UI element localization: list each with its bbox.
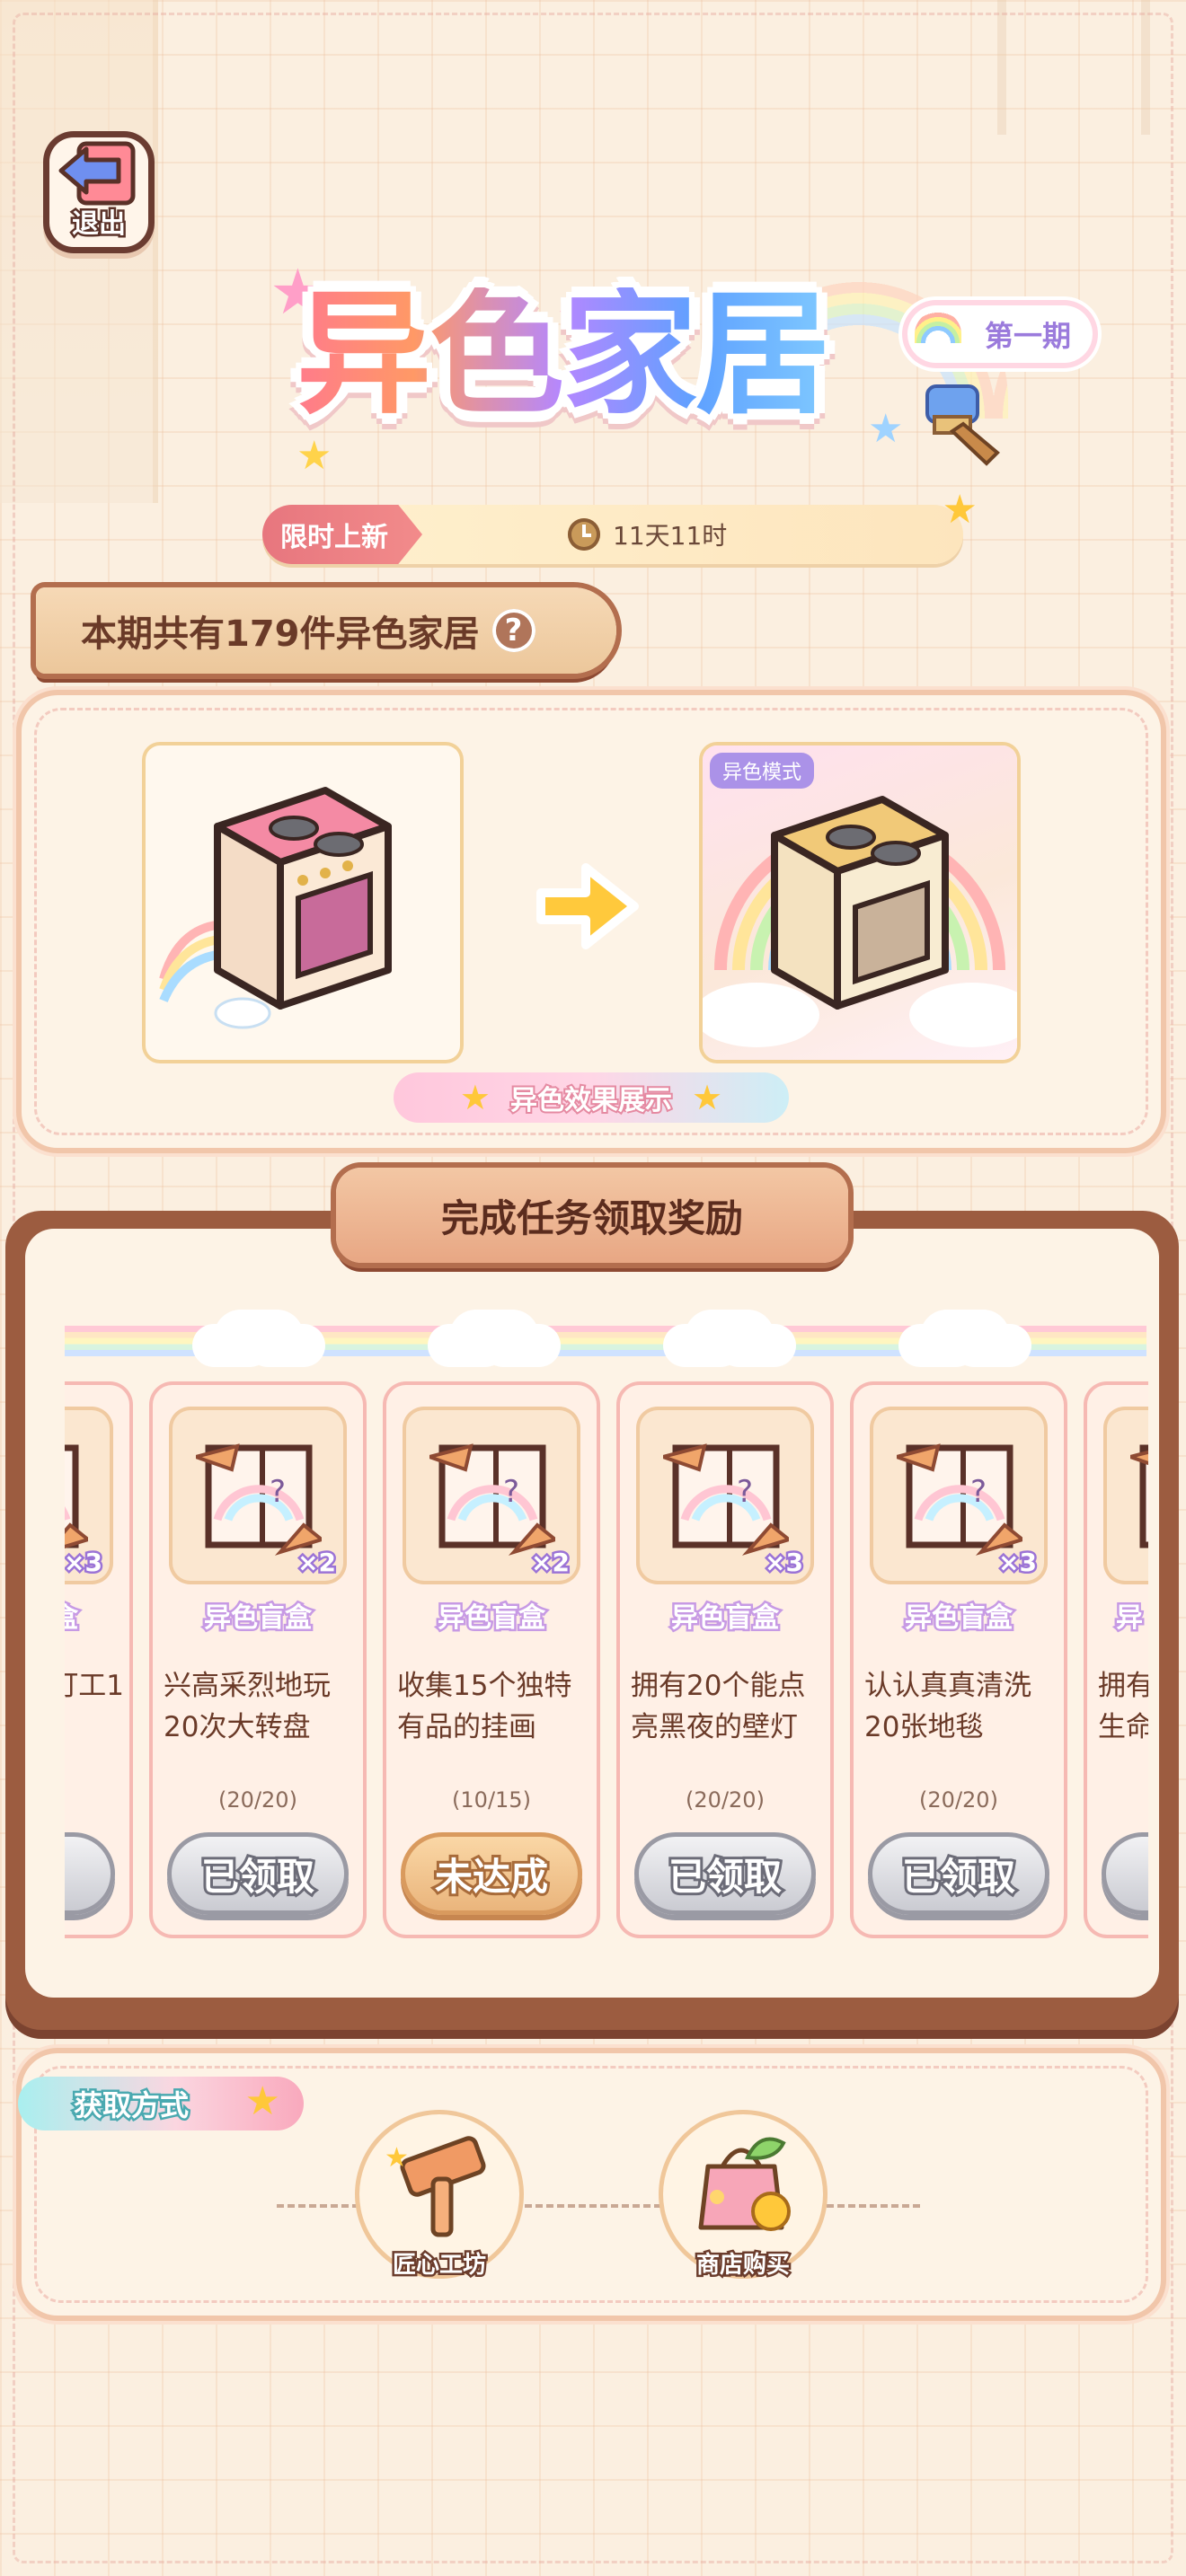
shop-label: 商店购买 (694, 2250, 792, 2281)
task-progress: (10/15) (452, 1787, 531, 1813)
reward-quantity: ×3 (763, 1546, 806, 1580)
cloud-decoration (449, 1310, 539, 1363)
hammer-icon: ★ (385, 2136, 486, 2237)
svg-text:?: ? (270, 1474, 286, 1510)
exit-label: 退出 (70, 207, 128, 243)
variant-furniture-card: 异色模式 (703, 745, 1017, 1060)
collection-count-banner: 本期共有179件异色家居 ? (36, 587, 616, 674)
star-icon: ★ (244, 2078, 280, 2124)
reward-quantity: ×3 (996, 1546, 1040, 1580)
svg-text:★: ★ (385, 2142, 409, 2174)
svg-text:?: ? (737, 1474, 753, 1510)
task-card: ? ×3 异色盲盒 拥有20个能点 亮黑夜的壁灯 (20/20) 已领取 (616, 1381, 834, 1938)
tasks-title: 完成任务领取奖励 (336, 1168, 848, 1263)
reward-name: 异色盲盒 (903, 1601, 1015, 1636)
mystery-box-icon (1130, 1444, 1148, 1548)
shop-bag-icon (698, 2137, 791, 2231)
tasks-panel: ? ×3 异色盲盒 打工1 取 (5, 1211, 1179, 2030)
reward-name: 异 (1114, 1601, 1146, 1636)
task-description: 拥有 生命 (1098, 1670, 1148, 1743)
reward-name: 异色盲盒 (669, 1601, 782, 1636)
variant-mode-badge: 异色模式 (710, 753, 815, 789)
acquire-title-text: 获取方式 (71, 2086, 190, 2125)
cloud-decoration (685, 1310, 774, 1363)
title-area: ★ ★ ★ ★ 异色家居 第一期 (261, 251, 1093, 485)
task-card: ? ×2 异色盲盒 兴高采烈地玩 20次大转盘 (20/20) 已领取 (149, 1381, 367, 1938)
mystery-box-icon: ? (65, 1444, 88, 1549)
reward-name: 异色盲盒 (202, 1601, 314, 1636)
variant-effect-text: 异色效果展示 (509, 1083, 674, 1118)
task-description: 拥有20个能点 亮黑夜的壁灯 (631, 1670, 806, 1743)
exit-button[interactable]: 退出 (43, 131, 155, 253)
not-achieved-button[interactable]: 未达成 (401, 1832, 582, 1915)
mystery-box-icon: ? (663, 1443, 789, 1556)
mystery-box-icon: ? (429, 1443, 555, 1556)
reward-image: ? ×2 (169, 1407, 347, 1584)
task-description: 收集15个独特 有品的挂画 (397, 1670, 572, 1743)
svg-text:?: ? (503, 1474, 519, 1510)
reward-name: 异色盲盒 (65, 1595, 133, 1636)
preview-panel: 异色模式 ★ 异色效果展示 ★ (22, 695, 1161, 1148)
arrow-right-icon (536, 863, 639, 949)
task-carousel[interactable]: ? ×3 异色盲盒 打工1 取 (65, 1381, 1148, 1938)
reward-image: ? ×2 (403, 1407, 580, 1584)
workshop-label: 匠心工坊 (390, 2250, 488, 2281)
issue-label: 第一期 (984, 319, 1071, 353)
svg-text:?: ? (970, 1474, 987, 1510)
star-icon: ★ (296, 433, 332, 479)
claimed-button[interactable]: 已领取 (167, 1832, 349, 1915)
limited-tag: 限时上新 (262, 505, 422, 564)
task-description: 兴高采烈地玩 20次大转盘 (164, 1670, 331, 1743)
task-card: 异 拥有 生命 已 (1084, 1381, 1148, 1938)
reward-image: ? ×3 (65, 1407, 113, 1584)
task-progress: (20/20) (919, 1787, 998, 1813)
task-progress: (20/20) (686, 1787, 765, 1813)
tasks-panel-inner: ? ×3 异色盲盒 打工1 取 (25, 1229, 1159, 1998)
reward-quantity: ×2 (296, 1546, 339, 1580)
clock-icon (568, 518, 600, 551)
countdown-text: 11天11时 (613, 521, 728, 551)
pink-stove-icon (159, 787, 392, 1029)
task-card: ? ×3 异色盲盒 认认真真清洗 20张地毯 (20/20) 已领取 (850, 1381, 1067, 1938)
shop-source-button[interactable]: 商店购买 (663, 2114, 823, 2281)
star-icon: ★ (459, 1078, 491, 1117)
reward-image: ? ×3 (636, 1407, 814, 1584)
reward-quantity: ×2 (529, 1546, 572, 1580)
help-icon[interactable]: ? (491, 609, 535, 652)
variant-effect-label: ★ 异色效果展示 ★ (394, 1072, 789, 1123)
paint-brush-icon (925, 384, 1000, 466)
cloud-decoration (920, 1310, 1010, 1363)
star-icon: ★ (942, 487, 978, 533)
claimed-button[interactable]: 已 (1102, 1832, 1148, 1915)
collection-count-text: 本期共有179件异色家居 (81, 613, 480, 655)
star-icon: ★ (868, 406, 904, 452)
task-card: ? ×3 异色盲盒 打工1 取 (65, 1381, 133, 1938)
star-icon: ★ (692, 1078, 723, 1117)
task-description: 打工1 (65, 1670, 124, 1702)
gold-stove-icon (703, 796, 1017, 1047)
countdown: 11天11时 (568, 505, 727, 564)
reward-name: 异色盲盒 (436, 1601, 548, 1636)
cloud-decoration (214, 1310, 304, 1363)
task-progress: (20/20) (218, 1787, 297, 1813)
workshop-source-button[interactable]: ★ 匠心工坊 (359, 2114, 519, 2281)
mystery-box-icon: ? (196, 1443, 322, 1556)
claimed-button[interactable]: 取 (65, 1832, 115, 1915)
reward-image (1103, 1407, 1148, 1584)
issue-badge: 第一期 (907, 305, 1093, 363)
claimed-button[interactable]: 已领取 (634, 1832, 816, 1915)
limited-time-bar: 限时上新 11天11时 ★ (262, 487, 978, 564)
page-title: 异色家居 (296, 277, 830, 433)
reward-quantity: ×3 (65, 1546, 104, 1580)
normal-furniture-card (146, 745, 460, 1060)
reward-image: ? ×3 (870, 1407, 1048, 1584)
claimed-button[interactable]: 已领取 (868, 1832, 1049, 1915)
mystery-box-icon: ? (897, 1443, 1022, 1556)
acquire-title: 获取方式 ★ (18, 2077, 304, 2130)
rainbow-icon (915, 311, 961, 343)
task-card: ? ×2 异色盲盒 收集15个独特 有品的挂画 (10/15) 未达成 (383, 1381, 600, 1938)
task-description: 认认真真清洗 20张地毯 (864, 1670, 1031, 1743)
